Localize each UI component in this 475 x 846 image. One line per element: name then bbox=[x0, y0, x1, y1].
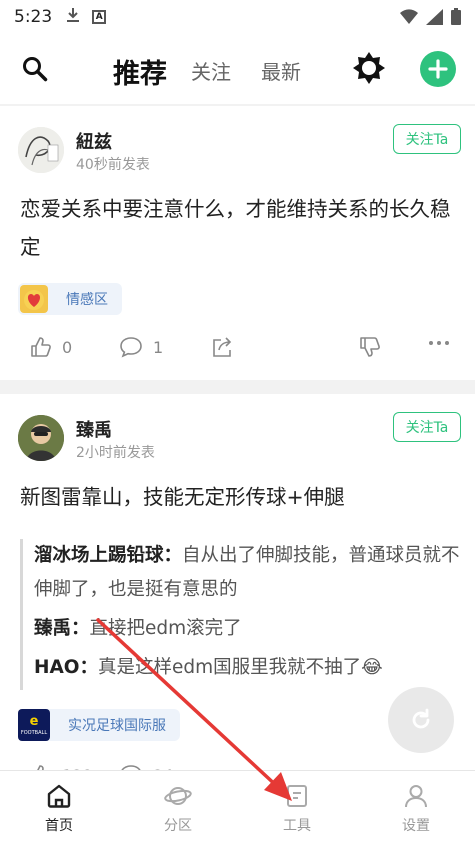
like-count: 0 bbox=[62, 337, 73, 357]
search-icon[interactable] bbox=[22, 56, 48, 86]
tab-following[interactable]: 关注 bbox=[191, 56, 231, 85]
home-icon bbox=[47, 784, 71, 808]
author-name[interactable]: 臻禹 bbox=[76, 416, 112, 442]
tab-recommend[interactable]: 推荐 bbox=[113, 52, 167, 91]
post-card[interactable]: 紐兹 40秒前发表 关注Ta 恋爱关系中要注意什么，才能维持关系的长久稳定 情感… bbox=[0, 106, 475, 380]
bottom-nav: 首页 分区 工具 设置 bbox=[0, 770, 475, 846]
commenter-name: 溜冰场上踢铅球： bbox=[34, 545, 183, 566]
comment-icon bbox=[120, 337, 142, 358]
author-name[interactable]: 紐兹 bbox=[76, 128, 112, 154]
theme-toggle-icon[interactable] bbox=[352, 51, 386, 89]
nav-label: 设置 bbox=[402, 818, 430, 834]
follow-button[interactable]: 关注Ta bbox=[393, 412, 461, 442]
refresh-icon bbox=[412, 708, 430, 729]
plus-icon bbox=[428, 59, 448, 79]
share-icon bbox=[213, 337, 232, 357]
top-bar: 推荐 关注 最新 bbox=[0, 34, 475, 104]
follow-button[interactable]: 关注Ta bbox=[393, 124, 461, 154]
tag-label: 实况足球国际服 bbox=[68, 718, 166, 734]
tools-icon bbox=[287, 785, 307, 807]
tab-latest[interactable]: 最新 bbox=[261, 56, 301, 85]
nav-tools[interactable]: 工具 bbox=[257, 783, 337, 835]
status-time: 5:23 bbox=[14, 7, 53, 27]
post-time: 2小时前发表 bbox=[76, 445, 155, 461]
battery-icon bbox=[451, 8, 461, 25]
efootball-logo: e FOOTBALL bbox=[18, 709, 50, 741]
more-button[interactable] bbox=[428, 340, 450, 346]
download-icon bbox=[66, 7, 80, 27]
comment-text: 真是这样edm国服里我就不抽了😂 bbox=[98, 657, 383, 678]
thumbs-up-icon bbox=[31, 337, 51, 357]
nav-label: 工具 bbox=[283, 818, 311, 834]
planet-icon bbox=[164, 787, 192, 805]
status-bar: 5:23 A bbox=[0, 0, 475, 34]
nav-home[interactable]: 首页 bbox=[19, 783, 99, 835]
hot-comments[interactable]: 溜冰场上踢铅球：自从出了伸脚技能，普通球员就不伸脚了，也是挺有意思的 臻禹：直接… bbox=[20, 539, 460, 690]
post-title[interactable]: 恋爱关系中要注意什么，才能维持关系的长久稳定 bbox=[20, 190, 460, 266]
post-title[interactable]: 新图雷靠山，技能无定形传球+伸腿 bbox=[20, 478, 460, 516]
avatar[interactable] bbox=[18, 415, 64, 461]
post-time: 40秒前发表 bbox=[76, 157, 150, 173]
wifi-icon bbox=[400, 8, 418, 24]
refresh-button[interactable] bbox=[388, 687, 454, 753]
comment-item: HAO：真是这样edm国服里我就不抽了😂 bbox=[34, 651, 460, 685]
nav-label: 分区 bbox=[164, 818, 192, 834]
nav-settings[interactable]: 设置 bbox=[376, 783, 456, 835]
user-icon bbox=[405, 785, 427, 808]
commenter-name: HAO： bbox=[34, 657, 99, 678]
avatar[interactable] bbox=[18, 127, 64, 173]
share-button[interactable] bbox=[211, 336, 235, 358]
comment-item: 臻禹：直接把edm滚完了 bbox=[34, 612, 460, 646]
nav-label: 首页 bbox=[45, 818, 73, 834]
post-tag[interactable]: e FOOTBALL 实况足球国际服 bbox=[18, 709, 180, 741]
signal-icon bbox=[426, 8, 443, 25]
comment-item: 溜冰场上踢铅球：自从出了伸脚技能，普通球员就不伸脚了，也是挺有意思的 bbox=[34, 539, 460, 607]
tag-label: 情感区 bbox=[66, 292, 108, 308]
like-button[interactable]: 0 bbox=[30, 336, 72, 358]
post-tag[interactable]: 情感区 bbox=[18, 283, 122, 315]
comment-count: 1 bbox=[153, 337, 164, 357]
heart-emoji-icon bbox=[20, 285, 48, 313]
commenter-name: 臻禹： bbox=[34, 618, 90, 639]
comment-button[interactable]: 1 bbox=[119, 336, 163, 358]
create-post-button[interactable] bbox=[420, 51, 456, 87]
app-notification-icon: A bbox=[92, 10, 107, 24]
more-icon bbox=[429, 341, 449, 345]
nav-category[interactable]: 分区 bbox=[138, 783, 218, 835]
post-actions: 0 1 bbox=[0, 336, 475, 366]
dislike-button[interactable] bbox=[359, 336, 381, 358]
svg-text:e: e bbox=[30, 714, 39, 729]
logo-text: FOOTBALL bbox=[21, 730, 47, 736]
comment-text: 直接把edm滚完了 bbox=[89, 618, 242, 639]
thumbs-down-icon bbox=[360, 337, 380, 357]
